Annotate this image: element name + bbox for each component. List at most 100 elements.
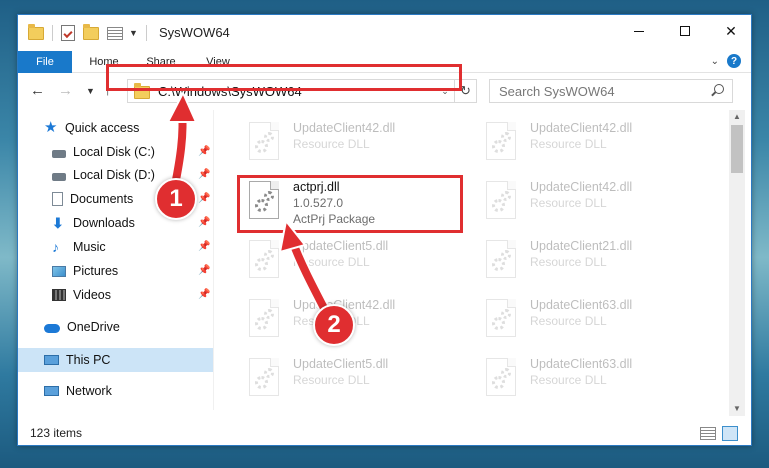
sidebar-item-label: Local Disk (D:) [73,168,155,182]
close-button[interactable]: ✕ [708,15,754,47]
maximize-icon [680,26,690,36]
file-item[interactable]: UpdateClient63.dll Resource DLL [478,291,708,345]
sidebar-item-network[interactable]: Network [44,380,112,402]
address-highlight-box [106,64,462,91]
navigation-pane: ★ Quick access Local Disk (C:) 📌 Local D… [18,110,213,410]
search-icon [714,84,724,94]
sidebar-item-local-disk-d[interactable]: Local Disk (D:) [52,164,155,186]
gear-icon [501,309,511,319]
gear-icon [264,368,274,378]
pane-divider [213,110,214,410]
dll-file-icon [249,299,279,337]
disk-icon [52,173,66,181]
forward-arrow-icon[interactable]: → [58,82,73,99]
pin-icon[interactable]: 📌 [198,289,210,300]
file-highlight-box [237,175,463,233]
documents-icon [52,192,63,206]
sidebar-item-documents[interactable]: Documents [52,188,133,210]
sidebar-item-quick-access[interactable]: ★ Quick access [44,117,139,139]
music-icon: ♪ [52,239,59,255]
pin-icon[interactable]: 📌 [198,241,210,252]
file-item[interactable]: UpdateClient42.dll Resource DLL [478,114,708,168]
file-item[interactable]: UpdateClient42.dll Resource DLL [478,173,708,227]
details-view-icon[interactable] [700,427,716,440]
sidebar-item-music[interactable]: ♪ Music [52,236,106,258]
sidebar-item-label: Videos [73,288,111,302]
close-icon: ✕ [725,22,737,39]
file-item[interactable]: UpdateClient5.dll Resource DLL [241,232,471,286]
sidebar-item-label: Pictures [73,264,119,278]
file-item[interactable]: UpdateClient42.dll Resource DLL [241,291,471,345]
qat-dropdown-icon[interactable]: ▼ [129,28,138,38]
pin-icon[interactable]: 📌 [198,146,210,157]
properties-icon[interactable] [61,25,75,41]
file-list: UpdateClient42.dll Resource DLL UpdateCl… [215,110,727,410]
minimize-button[interactable] [616,15,662,47]
sidebar-item-label: Local Disk (C:) [73,145,155,159]
pin-icon[interactable]: 📌 [198,193,210,204]
dll-file-icon [486,358,516,396]
dll-file-icon [249,240,279,278]
file-item[interactable]: UpdateClient42.dll Resource DLL [241,114,471,168]
file-item[interactable]: UpdateClient21.dll Resource DLL [478,232,708,286]
window-title: SysWOW64 [159,25,230,40]
videos-icon [52,289,66,301]
back-arrow-icon[interactable]: ← [30,82,45,99]
pictures-icon [52,265,66,277]
customize-icon[interactable] [107,26,123,40]
scroll-up-icon[interactable]: ▲ [729,110,745,124]
tiles-view-icon[interactable] [722,426,738,441]
sidebar-item-onedrive[interactable]: OneDrive [44,316,120,338]
expand-ribbon-icon[interactable]: ⌄ [711,56,719,67]
help-icon[interactable]: ? [727,54,741,68]
gear-icon [264,132,274,142]
sidebar-item-videos[interactable]: Videos [52,284,111,306]
search-input[interactable]: Search SysWOW64 [489,79,733,103]
sidebar-item-label: OneDrive [67,320,120,334]
sidebar-item-local-disk-c[interactable]: Local Disk (C:) [52,141,155,163]
minimize-icon [634,30,644,32]
file-item[interactable]: UpdateClient5.dll Resource DLL [241,350,471,404]
file-name: UpdateClient21.dll [530,239,633,253]
gear-icon [264,309,274,319]
ribbon-controls: ⌄ ? [711,54,741,68]
dll-file-icon [486,122,516,160]
pin-icon[interactable]: 📌 [198,169,210,180]
gear-icon [492,258,505,271]
file-name: UpdateClient42.dll [530,121,633,135]
gear-icon [492,376,505,389]
vertical-scrollbar[interactable]: ▲ ▼ [729,110,745,416]
scroll-down-icon[interactable]: ▼ [729,402,745,416]
recent-locations-icon[interactable]: ▼ [86,86,95,96]
sidebar-item-label: Quick access [65,121,140,135]
file-type: Resource DLL [530,196,607,210]
file-type: Resource DLL [530,137,607,151]
file-name: UpdateClient5.dll [293,239,389,253]
sidebar-item-label: This PC [66,353,111,367]
file-type: Resource DLL [530,373,607,387]
file-name: UpdateClient5.dll [293,357,389,371]
maximize-button[interactable] [662,15,708,47]
gear-icon [501,368,511,378]
downloads-icon: ⬇ [52,215,64,231]
dll-file-icon [486,299,516,337]
pin-icon[interactable]: 📌 [198,265,210,276]
network-icon [44,386,59,396]
gear-icon [255,376,268,389]
sidebar-item-pictures[interactable]: Pictures [52,260,118,282]
file-name: UpdateClient42.dll [530,180,633,194]
gear-icon [501,191,511,201]
sidebar-item-this-pc[interactable]: This PC [44,349,110,371]
disk-icon [52,150,66,158]
scroll-thumb[interactable] [731,125,743,173]
sidebar-item-downloads[interactable]: ⬇ Downloads [52,212,135,234]
pin-icon[interactable]: 📌 [198,217,210,228]
gear-icon [492,140,505,153]
tab-file[interactable]: File [18,51,72,73]
sidebar-item-label: Network [66,384,112,398]
file-type: Resource DLL [293,255,370,269]
quick-access-toolbar: ▼ [28,23,151,41]
file-item[interactable]: UpdateClient63.dll Resource DLL [478,350,708,404]
dll-file-icon [486,181,516,219]
new-folder-icon[interactable] [83,23,99,40]
